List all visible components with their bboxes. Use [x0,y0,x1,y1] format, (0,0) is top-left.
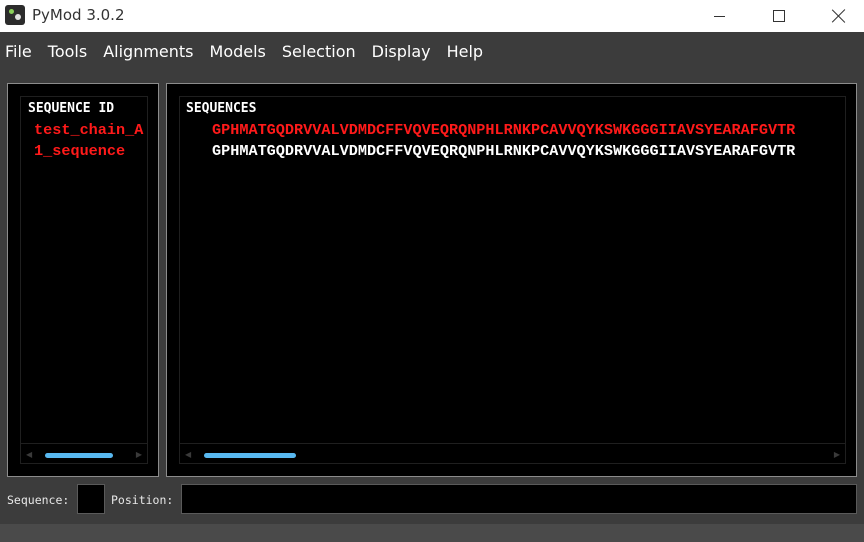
sequence-id-hscrollbar[interactable]: ◀ ▶ [21,443,147,463]
bottom-info-bar: Sequence: Position: [0,480,864,524]
menu-display[interactable]: Display [372,42,431,61]
position-field[interactable] [181,484,857,514]
sequences-list[interactable]: SEQUENCES GPHMATGQDRVVALVDMDCFFVQVEQRQNP… [179,96,846,464]
sequence-id-header: SEQUENCE ID [28,101,115,116]
maximize-button[interactable] [750,0,808,32]
close-button[interactable] [810,0,864,32]
menu-file[interactable]: File [5,42,32,61]
title-bar: PyMod 3.0.2 [0,0,864,32]
minimize-button[interactable] [690,0,748,32]
sequence-id-panel: SEQUENCE ID test_chain_A 1_sequence ◀ ▶ [7,83,159,477]
sequence-id-list[interactable]: SEQUENCE ID test_chain_A 1_sequence ◀ ▶ [20,96,148,464]
sequence-rows: GPHMATGQDRVVALVDMDCFFVQVEQRQNPHLRNKPCAVV… [212,120,847,162]
sequences-header: SEQUENCES [186,101,257,116]
position-label: Position: [111,493,174,507]
menu-tools[interactable]: Tools [48,42,87,61]
menu-selection[interactable]: Selection [282,42,356,61]
sequence-row[interactable]: GPHMATGQDRVVALVDMDCFFVQVEQRQNPHLRNKPCAVV… [212,141,847,162]
pymod-app-icon [5,5,25,25]
sequence-row[interactable]: GPHMATGQDRVVALVDMDCFFVQVEQRQNPHLRNKPCAVV… [212,120,847,141]
sequence-id-item[interactable]: 1_sequence [34,141,147,162]
sequence-label: Sequence: [7,493,70,507]
sequences-scroll-thumb[interactable] [204,453,296,458]
window-title: PyMod 3.0.2 [32,6,125,24]
sequence-id-items: test_chain_A 1_sequence [34,120,147,162]
close-icon [832,9,846,23]
sequence-field[interactable] [77,484,105,514]
sequences-panel: SEQUENCES GPHMATGQDRVVALVDMDCFFVQVEQRQNP… [166,83,857,477]
menu-help[interactable]: Help [447,42,483,61]
sequence-id-scroll-thumb[interactable] [45,453,113,458]
scroll-right-arrow-icon[interactable]: ▶ [136,450,142,459]
menu-alignments[interactable]: Alignments [103,42,193,61]
status-strip [0,524,864,542]
sequences-hscrollbar[interactable]: ◀ ▶ [180,443,845,463]
menu-models[interactable]: Models [210,42,266,61]
scroll-left-arrow-icon[interactable]: ◀ [26,450,32,459]
scroll-right-arrow-icon[interactable]: ▶ [834,450,840,459]
sequence-id-item[interactable]: test_chain_A [34,120,147,141]
menu-bar: File Tools Alignments Models Selection D… [0,32,864,70]
maximize-icon [773,10,785,22]
scroll-left-arrow-icon[interactable]: ◀ [185,450,191,459]
minimize-icon [713,15,725,17]
